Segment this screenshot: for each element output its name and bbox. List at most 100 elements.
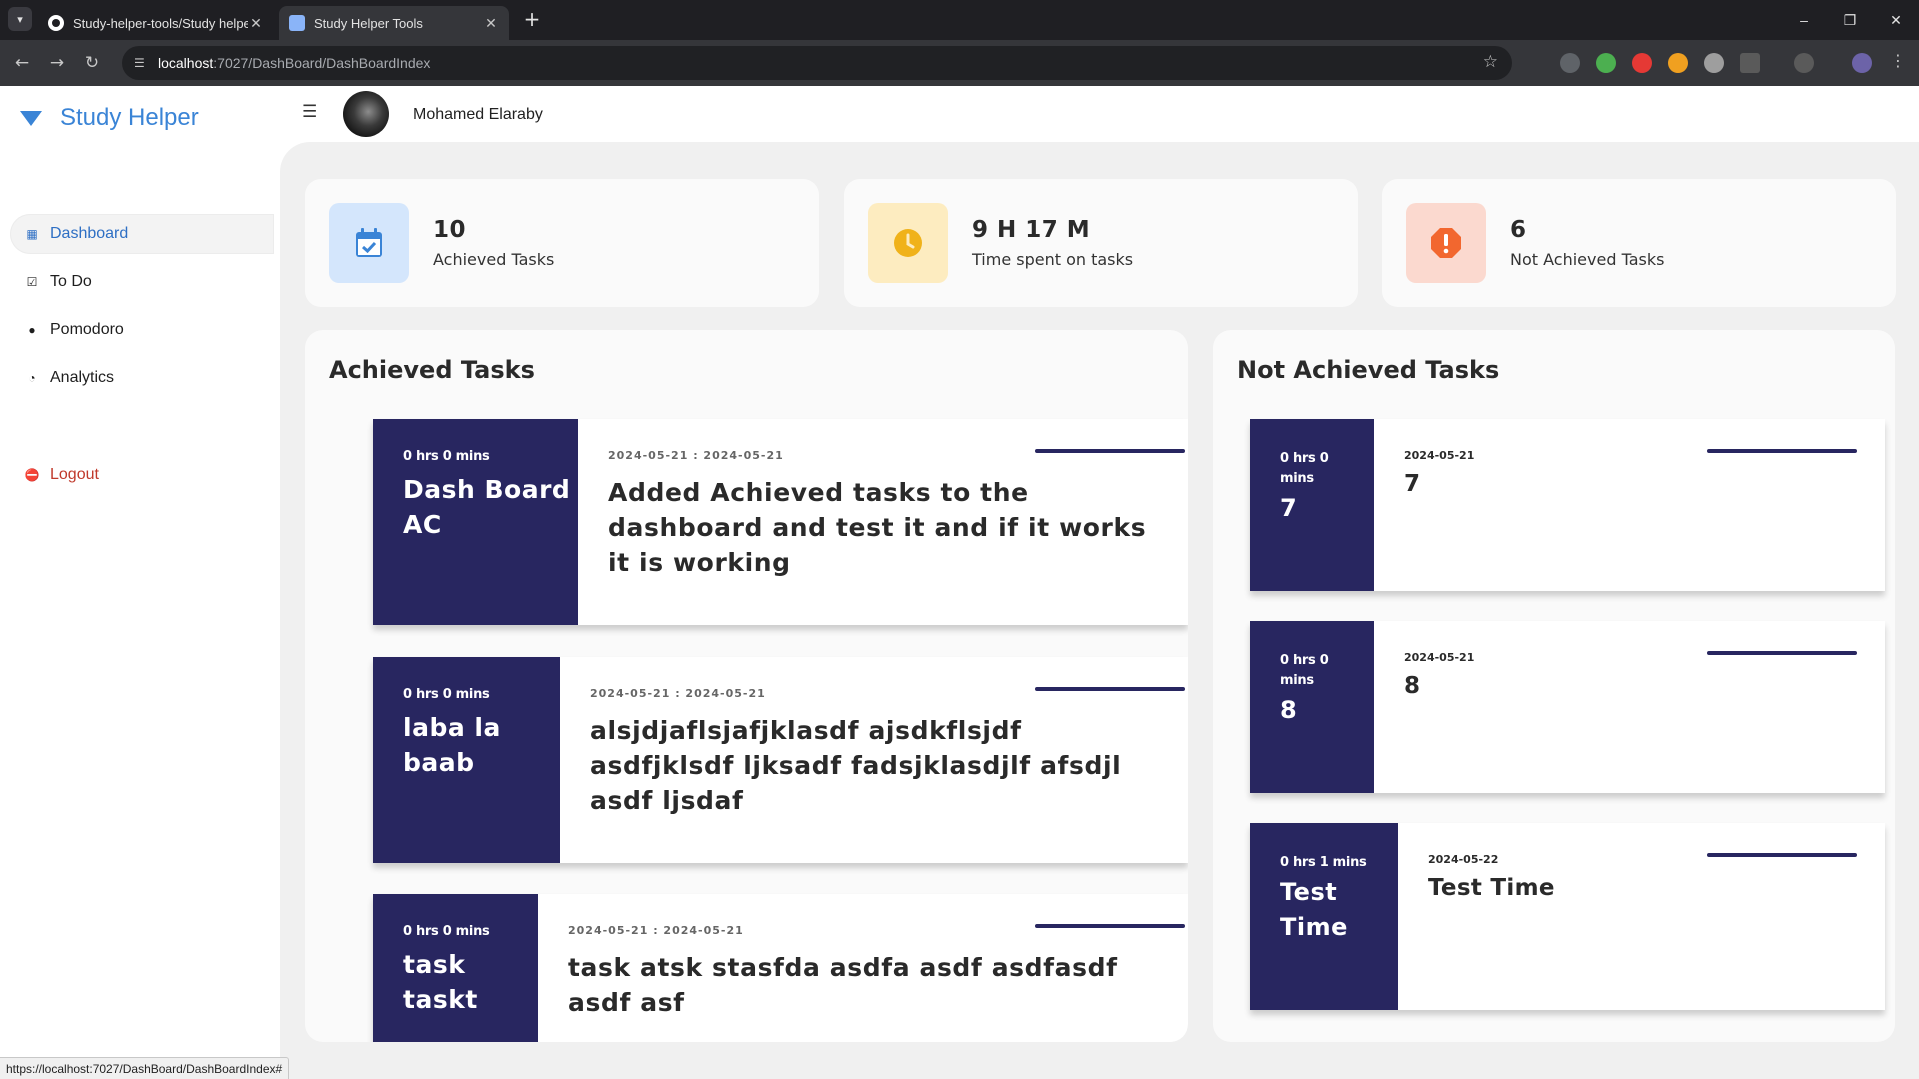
task-name: Dash Board AC <box>403 475 571 539</box>
close-tab-icon[interactable]: ✕ <box>483 15 499 32</box>
plus-extension-icon[interactable] <box>1596 53 1616 73</box>
tab-title: Study Helper Tools <box>314 15 423 31</box>
task-card-header: 0 hrs 0 mins 7 <box>1250 419 1374 591</box>
new-tab-button[interactable]: + <box>520 7 544 31</box>
calendar-check-icon <box>329 203 409 283</box>
task-description: alsjdjaflsjafjklasdf ajsdkflsjdf asdfjkl… <box>590 716 1122 815</box>
browser-tab-study-helper[interactable]: Study Helper Tools ✕ <box>279 6 509 40</box>
browser-tab-bar: ▾ Study-helper-tools/Study helper ✕ Stud… <box>0 0 1919 40</box>
logout-icon: ⛔ <box>24 468 40 482</box>
task-card-header: 0 hrs 1 mins Test Time <box>1250 823 1398 1010</box>
url-path: :7027/DashBoard/DashBoardIndex <box>213 55 431 71</box>
task-card-header: 0 hrs 0 mins Dash Board AC <box>373 419 578 625</box>
sidebar-item-analytics[interactable]: ◔ Analytics <box>10 358 274 398</box>
task-description: Added Achieved tasks to the dashboard an… <box>608 478 1147 577</box>
task-description: task atsk stasfda asdfa asdf asdfasdf as… <box>568 953 1118 1017</box>
task-name: laba la baab <box>403 713 501 777</box>
task-card[interactable]: 0 hrs 0 mins task taskt 2024-05-21 : 202… <box>373 894 1188 1042</box>
reload-button[interactable]: ↻ <box>78 49 106 77</box>
task-dates: 2024-05-21 : 2024-05-21 <box>608 449 784 462</box>
back-button[interactable]: ← <box>8 49 36 77</box>
task-progress-bar <box>1035 687 1185 691</box>
task-duration: 0 hrs 1 mins <box>1280 855 1367 870</box>
not-achieved-tasks-panel: Not Achieved Tasks 0 hrs 0 mins 7 2024-0… <box>1213 330 1895 1042</box>
task-progress-bar <box>1707 651 1857 655</box>
address-bar[interactable]: ☰ localhost:7027/DashBoard/DashBoardInde… <box>122 46 1512 80</box>
sidebar-item-pomodoro[interactable]: ● Pomodoro <box>10 310 274 350</box>
hamburger-menu-icon[interactable]: ☰ <box>302 102 317 122</box>
sidebar-item-label: Analytics <box>50 369 115 386</box>
history-icon[interactable] <box>1794 53 1814 73</box>
shield-extension-icon[interactable] <box>1560 53 1580 73</box>
brand-name: Study Helper <box>60 104 199 131</box>
task-duration: 0 hrs 0 mins <box>1280 451 1329 486</box>
task-date: 2024-05-22 <box>1428 853 1499 866</box>
task-progress-bar <box>1707 853 1857 857</box>
browser-toolbar: ← → ↻ ☰ localhost:7027/DashBoard/DashBoa… <box>0 40 1919 86</box>
task-card[interactable]: 0 hrs 0 mins laba la baab 2024-05-21 : 2… <box>373 657 1188 863</box>
achieved-tasks-panel: Achieved Tasks 0 hrs 0 mins Dash Board A… <box>305 330 1188 1042</box>
browser-menu-icon[interactable]: ⋮ <box>1890 51 1906 71</box>
brand[interactable]: Study Helper <box>20 104 199 132</box>
stat-card-achieved: 10 Achieved Tasks <box>305 179 819 307</box>
task-duration: 0 hrs 0 mins <box>403 687 490 702</box>
profile-avatar-icon[interactable] <box>1852 53 1872 73</box>
site-info-icon[interactable]: ☰ <box>134 56 148 70</box>
sidebar-item-label: Dashboard <box>50 225 129 242</box>
stat-value: 10 <box>433 217 467 243</box>
task-progress-bar <box>1035 924 1185 928</box>
task-date: 2024-05-21 <box>1404 651 1475 664</box>
task-card[interactable]: 0 hrs 0 mins Dash Board AC 2024-05-21 : … <box>373 419 1188 625</box>
stat-value: 9 H 17 M <box>972 217 1091 243</box>
sidebar-item-label: To Do <box>50 273 92 290</box>
status-bar-url: https://localhost:7027/DashBoard/DashBoa… <box>0 1057 290 1079</box>
task-card-header: 0 hrs 0 mins task taskt <box>373 894 538 1042</box>
app-root: Study Helper ▦ Dashboard ☑ To Do ● Pomod… <box>0 86 1919 1079</box>
url-host: localhost <box>158 55 214 71</box>
header-corner <box>280 142 310 172</box>
checkbox-icon: ☑ <box>26 275 38 289</box>
sidebar-item-dashboard[interactable]: ▦ Dashboard <box>10 214 274 254</box>
avatar[interactable] <box>343 91 389 137</box>
forward-button[interactable]: → <box>43 49 71 77</box>
puzzle-extensions-icon[interactable] <box>1740 53 1760 73</box>
task-card[interactable]: 0 hrs 0 mins 7 2024-05-21 7 <box>1250 419 1885 591</box>
task-duration: 0 hrs 0 mins <box>403 449 490 464</box>
sidebar-item-logout[interactable]: ⛔ Logout <box>10 455 274 495</box>
task-dates: 2024-05-21 : 2024-05-21 <box>568 924 744 937</box>
adblock-extension-icon[interactable] <box>1632 53 1652 73</box>
user-name: Mohamed Elaraby <box>413 106 543 123</box>
task-card[interactable]: 0 hrs 0 mins 8 2024-05-21 8 <box>1250 621 1885 793</box>
stat-value: 6 <box>1510 217 1527 243</box>
sidebar-item-todo[interactable]: ☑ To Do <box>10 262 274 302</box>
task-card-header: 0 hrs 0 mins laba la baab <box>373 657 560 863</box>
task-card[interactable]: 0 hrs 1 mins Test Time 2024-05-22 Test T… <box>1250 823 1885 1010</box>
panel-title: Achieved Tasks <box>329 356 535 384</box>
task-name: 8 <box>1280 696 1298 724</box>
color-extension-icon[interactable] <box>1668 53 1688 73</box>
task-name: 7 <box>1280 494 1298 522</box>
tab-search-button[interactable]: ▾ <box>8 7 32 31</box>
browser-tab-github[interactable]: Study-helper-tools/Study helper ✕ <box>38 6 274 40</box>
brand-logo-icon <box>20 110 42 126</box>
github-icon <box>48 15 64 31</box>
sidebar-item-label: Logout <box>50 466 99 483</box>
task-name: task taskt <box>403 950 478 1014</box>
task-description: Test Time <box>1428 875 1555 901</box>
task-description: 7 <box>1404 471 1421 497</box>
sidebar-item-label: Pomodoro <box>50 321 124 338</box>
page-icon <box>289 15 305 31</box>
close-tab-icon[interactable]: ✕ <box>248 15 264 32</box>
restore-button[interactable]: ❐ <box>1827 0 1873 40</box>
panel-title: Not Achieved Tasks <box>1237 356 1500 384</box>
task-name: Test Time <box>1280 878 1348 941</box>
alert-icon <box>1406 203 1486 283</box>
bookmark-star-icon[interactable]: ☆ <box>1483 52 1498 72</box>
close-window-button[interactable]: ✕ <box>1873 0 1919 40</box>
sidebar: Study Helper ▦ Dashboard ☑ To Do ● Pomod… <box>0 86 280 1079</box>
stat-label: Achieved Tasks <box>433 250 555 269</box>
task-duration: 0 hrs 0 mins <box>1280 653 1329 688</box>
minimize-button[interactable]: – <box>1781 0 1827 40</box>
glasses-extension-icon[interactable] <box>1704 53 1724 73</box>
stat-card-not-achieved: 6 Not Achieved Tasks <box>1382 179 1896 307</box>
